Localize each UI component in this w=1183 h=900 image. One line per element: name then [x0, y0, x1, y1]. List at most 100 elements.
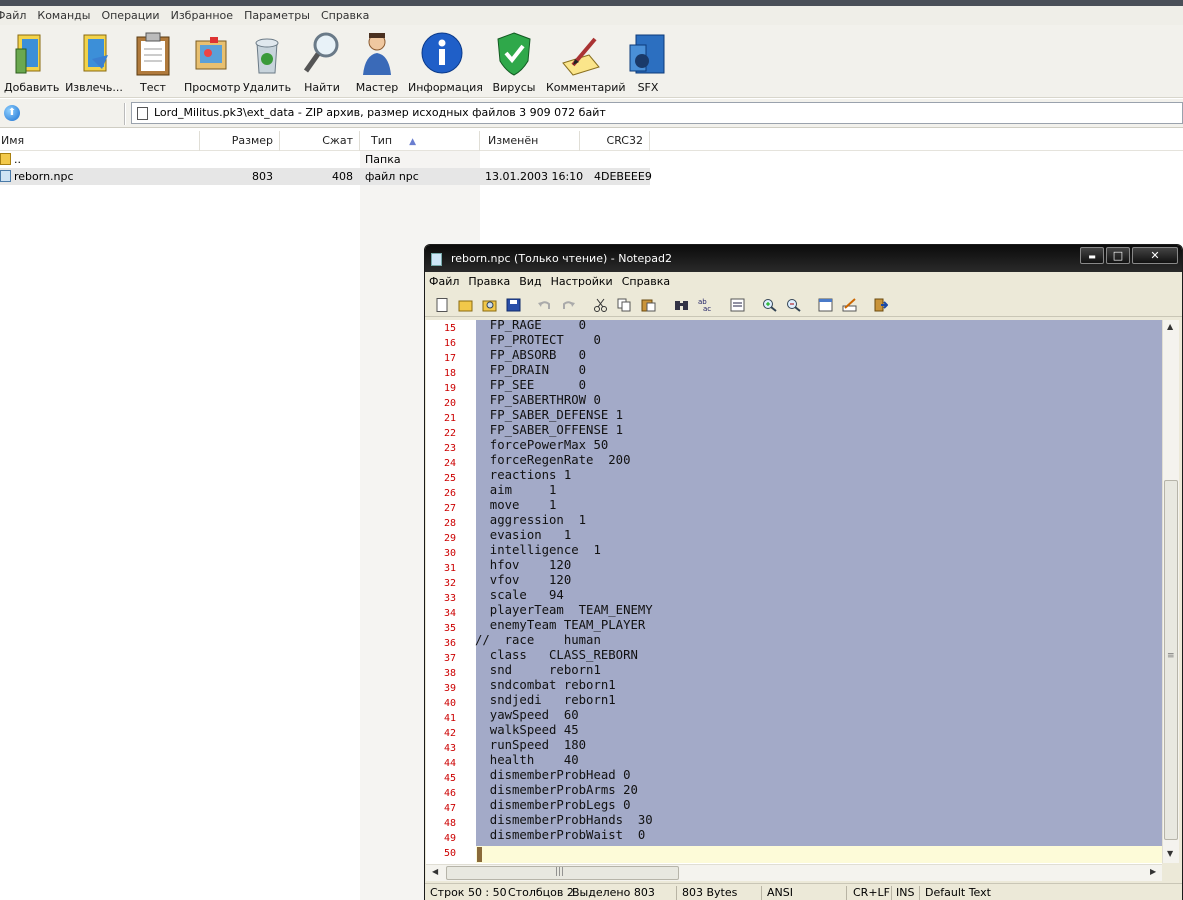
file-row-parent[interactable]: .. Папка [0, 151, 650, 168]
menu-operations[interactable]: Операции [96, 9, 165, 22]
line-number: 50 [443, 848, 456, 859]
scroll-right-icon[interactable]: ▶ [1150, 867, 1156, 876]
menu-commands[interactable]: Команды [32, 9, 96, 22]
copy-icon[interactable] [617, 298, 632, 312]
horizontal-scroll-thumb[interactable]: ||| [446, 866, 679, 880]
wizard-button[interactable]: Мастер [354, 29, 400, 94]
vertical-scroll-thumb[interactable]: ≡ [1164, 480, 1178, 840]
address-bar: ⬆ Lord_Militus.pk3\ext_data - ZIP архив,… [0, 99, 1183, 128]
scroll-down-icon[interactable]: ▼ [1167, 849, 1173, 858]
code-line: evasion 1 [475, 528, 572, 542]
scheme-icon[interactable] [818, 298, 833, 312]
main-menu-bar: Файл Команды Операции Избранное Параметр… [0, 6, 1183, 25]
file-type: Папка [365, 153, 401, 166]
np-menu-view[interactable]: Вид [519, 275, 541, 288]
scroll-up-icon[interactable]: ▲ [1167, 322, 1173, 331]
code-line: scale 94 [475, 588, 564, 602]
np-menu-settings[interactable]: Настройки [551, 275, 613, 288]
close-button[interactable]: ✕ [1132, 247, 1178, 264]
customize-icon[interactable] [842, 298, 857, 312]
line-number: 47 [443, 803, 456, 814]
open-icon[interactable] [458, 298, 473, 312]
svg-text:ac: ac [703, 305, 711, 312]
menu-options[interactable]: Параметры [239, 9, 316, 22]
menu-help[interactable]: Справка [316, 9, 375, 22]
column-modified[interactable]: Изменён [480, 131, 580, 151]
sort-ascending-icon: ▲ [409, 137, 416, 147]
save-icon[interactable] [506, 298, 521, 312]
delete-button[interactable]: Удалить [242, 29, 292, 94]
exit-icon[interactable] [873, 298, 888, 312]
column-crc[interactable]: CRC32 [580, 131, 650, 151]
word-wrap-icon[interactable] [730, 298, 745, 312]
cut-icon[interactable] [593, 298, 608, 312]
view-button[interactable]: Просмотр [184, 29, 240, 94]
status-separator [919, 886, 920, 900]
code-line: runSpeed 180 [475, 738, 587, 752]
status-separator [676, 886, 677, 900]
line-number: 22 [443, 428, 456, 439]
zoom-in-icon[interactable] [762, 298, 777, 312]
add-button[interactable]: Добавить [4, 29, 60, 94]
file-name: .. [14, 153, 21, 166]
redo-icon[interactable] [561, 298, 576, 312]
sfx-button[interactable]: SFX [626, 29, 670, 94]
virus-scan-button[interactable]: Вирусы [490, 29, 538, 94]
new-icon[interactable] [435, 298, 450, 312]
line-number: 40 [443, 698, 456, 709]
address-field[interactable]: Lord_Militus.pk3\ext_data - ZIP архив, р… [131, 102, 1183, 124]
code-line: FP_SABER_OFFENSE 1 [475, 423, 624, 437]
file-row-reborn[interactable]: reborn.npc 803 408 файл npc 13.01.2003 1… [0, 168, 652, 185]
horizontal-scrollbar[interactable]: ◀ ||| ▶ [426, 864, 1162, 881]
find-button[interactable]: Найти [300, 29, 344, 94]
status-encoding: ANSI [767, 886, 793, 899]
virus-scan-icon [497, 32, 531, 76]
minimize-button[interactable]: ▬ [1080, 247, 1104, 264]
address-separator [124, 103, 126, 125]
current-line-highlight [476, 846, 1162, 863]
info-label: Информация [408, 81, 483, 94]
notepad-title-bar[interactable]: reborn.npc (Только чтение) - Notepad2 ▬ … [425, 245, 1182, 272]
maximize-button[interactable]: □ [1106, 247, 1130, 264]
np-menu-help[interactable]: Справка [622, 275, 670, 288]
find-label: Найти [304, 81, 340, 94]
zoom-out-icon[interactable] [786, 298, 801, 312]
find-icon [303, 32, 339, 73]
column-packed[interactable]: Сжат [280, 131, 360, 151]
find-icon[interactable] [674, 298, 689, 312]
line-number: 34 [443, 608, 456, 619]
scroll-left-icon[interactable]: ◀ [432, 867, 438, 876]
add-label: Добавить [4, 81, 60, 94]
code-line: dismemberProbArms 20 [475, 783, 638, 797]
column-name[interactable]: Имя [0, 131, 200, 151]
column-packed-label: Сжат [322, 134, 353, 147]
undo-icon[interactable] [537, 298, 552, 312]
line-number: 19 [443, 383, 456, 394]
menu-file[interactable]: Файл [0, 9, 32, 22]
browse-icon[interactable] [482, 298, 497, 312]
comment-button[interactable]: Комментарий [546, 29, 626, 94]
column-size[interactable]: Размер [200, 131, 280, 151]
sfx-icon [629, 34, 665, 74]
file-modified: 13.01.2003 16:10 [485, 170, 584, 183]
column-type[interactable]: Тип ▲ [360, 131, 480, 151]
code-line: FP_ABSORB 0 [475, 348, 587, 362]
column-crc-label: CRC32 [606, 134, 643, 147]
menu-favorites[interactable]: Избранное [166, 9, 239, 22]
test-button[interactable]: Тест [130, 29, 176, 94]
code-line: vfov 120 [475, 573, 572, 587]
replace-icon[interactable]: abac [698, 298, 713, 312]
np-menu-edit[interactable]: Правка [468, 275, 510, 288]
info-button[interactable]: Информация [408, 29, 483, 94]
line-number: 45 [443, 773, 456, 784]
code-line: walkSpeed 45 [475, 723, 579, 737]
line-number: 21 [443, 413, 456, 424]
code-line: dismemberProbWaist 0 [475, 828, 646, 842]
text-editor[interactable]: 15 16 17 18 19 20 21 22 23 24 25 26 27 28 29 30 31 32 33 34… [426, 318, 1162, 864]
extract-button[interactable]: Извлечь... [64, 29, 124, 94]
paste-icon[interactable] [641, 298, 656, 312]
up-folder-button[interactable]: ⬆ [4, 105, 20, 121]
file-type: файл npc [365, 168, 419, 185]
vertical-scrollbar[interactable]: ▲ ≡ ▼ [1162, 320, 1179, 863]
np-menu-file[interactable]: Файл [429, 275, 459, 288]
